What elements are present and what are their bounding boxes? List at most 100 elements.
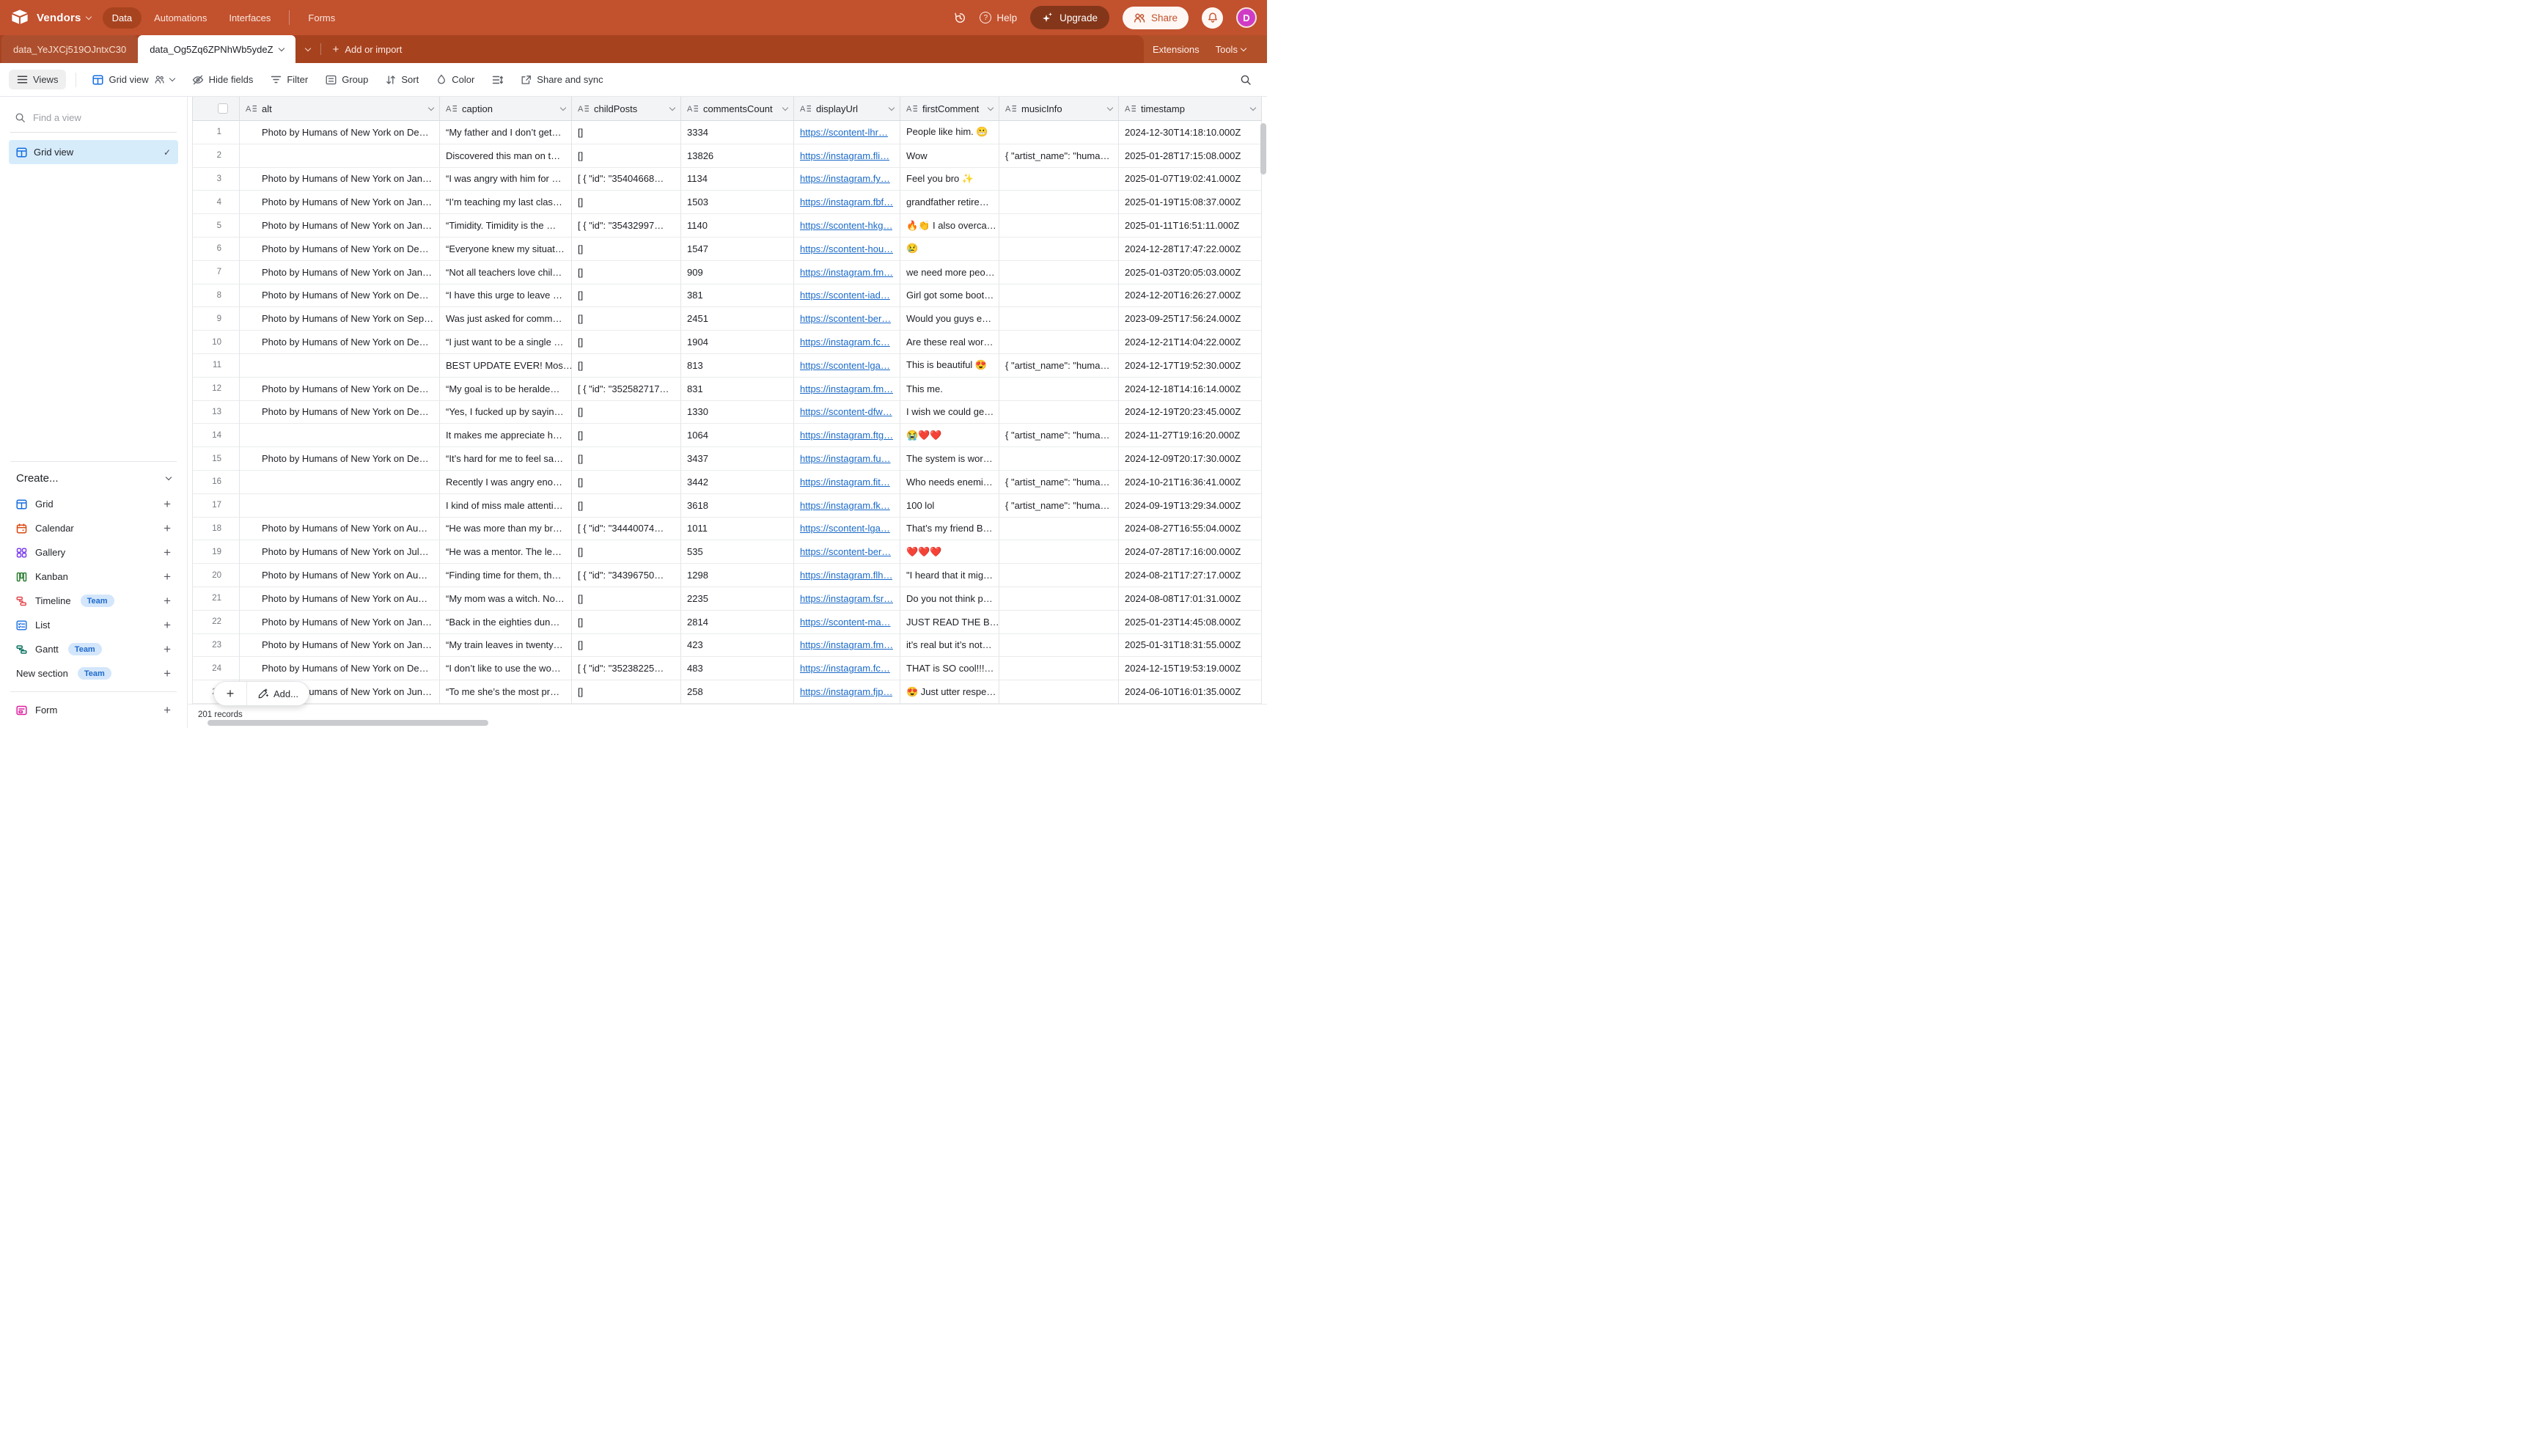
- cell-displayUrl[interactable]: https://instagram.fit…: [794, 471, 900, 494]
- cell-musicInfo[interactable]: [999, 284, 1119, 308]
- url-link[interactable]: https://instagram.fm…: [800, 639, 893, 650]
- cell-timestamp[interactable]: 2024-06-10T16:01:35.000Z: [1119, 680, 1262, 704]
- row-number[interactable]: 17: [192, 494, 240, 518]
- column-header-musicInfo[interactable]: AmusicInfo: [999, 97, 1119, 121]
- cell-timestamp[interactable]: 2024-08-27T16:55:04.000Z: [1119, 518, 1262, 541]
- url-link[interactable]: https://instagram.fy…: [800, 173, 890, 184]
- cell-caption[interactable]: “My father and I don’t get…: [440, 121, 572, 144]
- cell-displayUrl[interactable]: https://scontent-hkg…: [794, 214, 900, 238]
- cell-commentsCount[interactable]: 1134: [681, 168, 794, 191]
- cell-firstComment[interactable]: 😍 Just utter respe…: [900, 680, 999, 704]
- cell-childPosts[interactable]: [ { "id": "34396750…: [572, 564, 681, 587]
- row-number[interactable]: 6: [192, 238, 240, 261]
- tab-automations[interactable]: Automations: [144, 7, 216, 29]
- url-link[interactable]: https://instagram.fli…: [800, 150, 889, 161]
- cell-alt[interactable]: Photo by Humans of New York on Jan…: [240, 168, 440, 191]
- hide-fields-button[interactable]: Hide fields: [186, 70, 260, 89]
- cell-commentsCount[interactable]: 2814: [681, 611, 794, 634]
- tabs-expand-button[interactable]: [295, 35, 320, 63]
- url-link[interactable]: https://instagram.fjp…: [800, 686, 892, 697]
- cell-firstComment[interactable]: JUST READ THE B…: [900, 611, 999, 634]
- cell-displayUrl[interactable]: https://scontent-iad…: [794, 284, 900, 308]
- cell-commentsCount[interactable]: 3334: [681, 121, 794, 144]
- cell-caption[interactable]: “Everyone knew my situat…: [440, 238, 572, 261]
- cell-childPosts[interactable]: []: [572, 354, 681, 378]
- cell-alt[interactable]: Photo by Humans of New York on De…: [240, 121, 440, 144]
- url-link[interactable]: https://instagram.fm…: [800, 267, 893, 278]
- cell-childPosts[interactable]: []: [572, 471, 681, 494]
- vertical-scrollbar[interactable]: [1260, 123, 1266, 174]
- cell-timestamp[interactable]: 2024-12-17T19:52:30.000Z: [1119, 354, 1262, 378]
- cell-alt[interactable]: Photo by Humans of New York on Jan…: [240, 261, 440, 284]
- cell-musicInfo[interactable]: [999, 121, 1119, 144]
- cell-musicInfo[interactable]: [999, 680, 1119, 704]
- cell-timestamp[interactable]: 2025-01-03T20:05:03.000Z: [1119, 261, 1262, 284]
- row-number[interactable]: 21: [192, 587, 240, 611]
- cell-firstComment[interactable]: grandfather retire…: [900, 191, 999, 214]
- row-height-button[interactable]: [485, 70, 510, 89]
- cell-displayUrl[interactable]: https://instagram.flh…: [794, 564, 900, 587]
- row-number[interactable]: 13: [192, 401, 240, 424]
- create-item-kanban[interactable]: Kanban +: [9, 565, 178, 589]
- url-link[interactable]: https://scontent-hkg…: [800, 220, 892, 231]
- row-number[interactable]: 5: [192, 214, 240, 238]
- cell-displayUrl[interactable]: https://scontent-ber…: [794, 540, 900, 564]
- cell-caption[interactable]: “Timidity. Timidity is the …: [440, 214, 572, 238]
- row-number[interactable]: 23: [192, 634, 240, 658]
- cell-timestamp[interactable]: 2025-01-11T16:51:11.000Z: [1119, 214, 1262, 238]
- grid-view-switcher[interactable]: Grid view: [86, 70, 180, 89]
- cell-timestamp[interactable]: 2024-12-28T17:47:22.000Z: [1119, 238, 1262, 261]
- cell-caption[interactable]: “My mom was a witch. No…: [440, 587, 572, 611]
- cell-musicInfo[interactable]: [999, 214, 1119, 238]
- cell-commentsCount[interactable]: 3618: [681, 494, 794, 518]
- cell-timestamp[interactable]: 2025-01-28T17:15:08.000Z: [1119, 144, 1262, 168]
- row-number[interactable]: 1: [192, 121, 240, 144]
- row-number[interactable]: 3: [192, 168, 240, 191]
- cell-commentsCount[interactable]: 2235: [681, 587, 794, 611]
- column-header-timestamp[interactable]: Atimestamp: [1119, 97, 1262, 121]
- column-chevron-down-icon[interactable]: [428, 104, 434, 110]
- url-link[interactable]: https://scontent-iad…: [800, 290, 890, 301]
- column-chevron-down-icon[interactable]: [1250, 104, 1256, 110]
- url-link[interactable]: https://instagram.fk…: [800, 500, 890, 511]
- cell-caption[interactable]: “Back in the eighties dun…: [440, 611, 572, 634]
- row-number[interactable]: 20: [192, 564, 240, 587]
- cell-childPosts[interactable]: []: [572, 587, 681, 611]
- cell-timestamp[interactable]: 2024-12-18T14:16:14.000Z: [1119, 378, 1262, 401]
- tools-button[interactable]: Tools: [1216, 44, 1246, 55]
- cell-displayUrl[interactable]: https://scontent-lga…: [794, 518, 900, 541]
- cell-alt[interactable]: Photo by Humans of New York on De…: [240, 657, 440, 680]
- cell-timestamp[interactable]: 2024-09-19T13:29:34.000Z: [1119, 494, 1262, 518]
- cell-childPosts[interactable]: []: [572, 447, 681, 471]
- cell-commentsCount[interactable]: 423: [681, 634, 794, 658]
- cell-displayUrl[interactable]: https://scontent-ma…: [794, 611, 900, 634]
- url-link[interactable]: https://instagram.fsr…: [800, 593, 893, 604]
- cell-musicInfo[interactable]: { "artist_name": "huma…: [999, 144, 1119, 168]
- plus-icon[interactable]: +: [164, 667, 171, 680]
- cell-firstComment[interactable]: I wish we could ge…: [900, 401, 999, 424]
- cell-musicInfo[interactable]: [999, 401, 1119, 424]
- column-header-commentsCount[interactable]: AcommentsCount: [681, 97, 794, 121]
- cell-firstComment[interactable]: Would you guys e…: [900, 307, 999, 331]
- url-link[interactable]: https://scontent-lga…: [800, 523, 890, 534]
- create-item-form[interactable]: Form +: [9, 698, 178, 722]
- create-item-calendar[interactable]: Calendar +: [9, 516, 178, 540]
- help-button[interactable]: ? Help: [980, 12, 1017, 23]
- create-header[interactable]: Create...: [9, 468, 178, 492]
- url-link[interactable]: https://instagram.flh…: [800, 570, 892, 581]
- cell-displayUrl[interactable]: https://instagram.fk…: [794, 494, 900, 518]
- tab-interfaces[interactable]: Interfaces: [219, 7, 280, 29]
- create-item-grid[interactable]: Grid +: [9, 492, 178, 516]
- plus-icon[interactable]: +: [164, 643, 171, 655]
- cell-childPosts[interactable]: []: [572, 307, 681, 331]
- cell-childPosts[interactable]: []: [572, 261, 681, 284]
- cell-displayUrl[interactable]: https://instagram.fu…: [794, 447, 900, 471]
- cell-childPosts[interactable]: []: [572, 191, 681, 214]
- cell-firstComment[interactable]: Wow: [900, 144, 999, 168]
- url-link[interactable]: https://instagram.fc…: [800, 663, 890, 674]
- cell-childPosts[interactable]: [ { "id": "352582717…: [572, 378, 681, 401]
- cell-childPosts[interactable]: []: [572, 331, 681, 354]
- cell-timestamp[interactable]: 2024-12-09T20:17:30.000Z: [1119, 447, 1262, 471]
- cell-commentsCount[interactable]: 1503: [681, 191, 794, 214]
- cell-alt[interactable]: Photo by Humans of New York on De…: [240, 238, 440, 261]
